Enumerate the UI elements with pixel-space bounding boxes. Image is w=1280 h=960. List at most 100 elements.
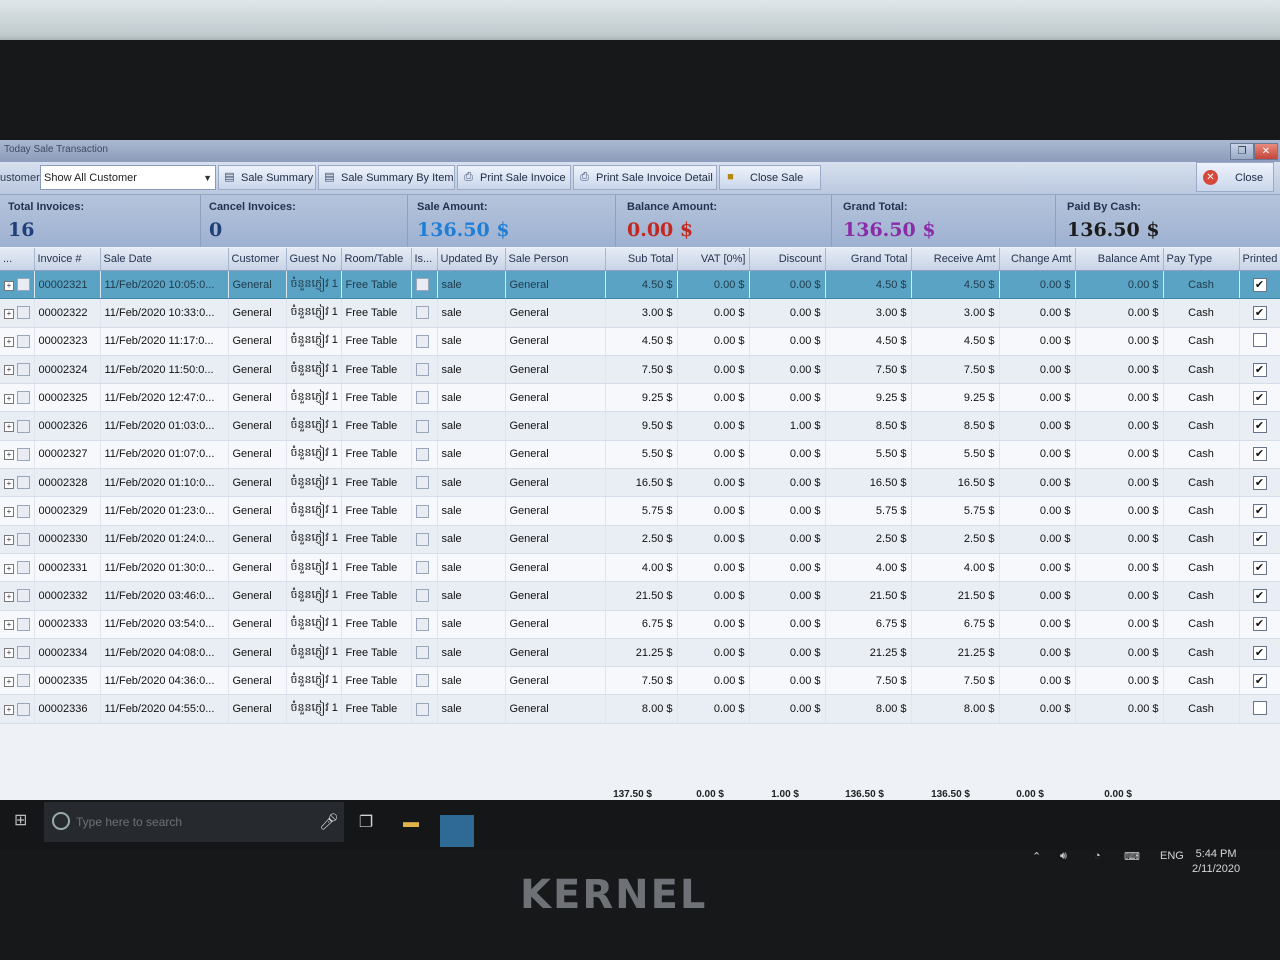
expand-icon[interactable]: + xyxy=(4,308,14,319)
cell-printed[interactable] xyxy=(1239,327,1280,356)
windows-start-icon[interactable]: ⊞ xyxy=(14,810,32,829)
row-select-box[interactable] xyxy=(17,278,31,292)
cell-printed[interactable]: ✔ xyxy=(1239,610,1280,639)
expand-icon[interactable]: + xyxy=(4,422,14,433)
printed-checkbox[interactable]: ✔ xyxy=(1252,673,1267,688)
row-select-box[interactable] xyxy=(17,476,31,490)
cell-is-flag[interactable] xyxy=(411,411,438,441)
close-button[interactable]: ✕ Close xyxy=(1196,162,1274,192)
print-sale-invoice-button[interactable]: ⎙ Print Sale Invoice xyxy=(457,165,571,190)
cell-printed[interactable]: ✔ xyxy=(1239,553,1280,583)
cell-printed[interactable] xyxy=(1239,694,1280,724)
cell-printed[interactable]: ✔ xyxy=(1239,496,1280,526)
cell-is-flag[interactable] xyxy=(411,553,438,583)
row-expander[interactable]: + xyxy=(0,383,35,413)
column-header-4[interactable]: Guest No xyxy=(286,248,342,271)
table-row[interactable]: + 00002322 11/Feb/2020 10:33:0... General ច… xyxy=(0,298,1280,328)
row-select-box[interactable] xyxy=(17,419,31,433)
is-checkbox[interactable] xyxy=(415,278,429,292)
file-explorer-icon[interactable]: ▬ xyxy=(400,812,422,834)
expand-icon[interactable]: + xyxy=(4,620,14,631)
table-row[interactable]: + 00002326 11/Feb/2020 01:03:0... General ច… xyxy=(0,411,1280,441)
task-view-icon[interactable]: ❐ xyxy=(355,812,377,834)
cell-printed[interactable]: ✔ xyxy=(1239,525,1280,554)
cell-is-flag[interactable] xyxy=(411,298,438,328)
table-row[interactable]: + 00002331 11/Feb/2020 01:30:0... General ច… xyxy=(0,553,1280,583)
printed-checkbox[interactable]: ✔ xyxy=(1252,532,1267,547)
table-row[interactable]: + 00002332 11/Feb/2020 03:46:0... General ច… xyxy=(0,581,1280,611)
restore-button[interactable]: ❐ xyxy=(1230,143,1254,160)
cell-printed[interactable]: ✔ xyxy=(1239,638,1280,668)
row-expander[interactable]: + xyxy=(0,298,35,328)
is-checkbox[interactable] xyxy=(415,306,429,320)
column-header-2[interactable]: Sale Date xyxy=(100,248,229,271)
row-expander[interactable]: + xyxy=(0,270,35,300)
row-expander[interactable]: + xyxy=(0,411,35,441)
table-row[interactable]: + 00002330 11/Feb/2020 01:24:0... General ច… xyxy=(0,525,1280,554)
is-checkbox[interactable] xyxy=(415,617,429,631)
sale-summary-by-item-button[interactable]: ▤ Sale Summary By Item xyxy=(318,165,455,190)
table-row[interactable]: + 00002325 11/Feb/2020 12:47:0... General ច… xyxy=(0,383,1280,413)
expand-icon[interactable]: + xyxy=(4,450,14,461)
row-expander[interactable]: + xyxy=(0,327,35,356)
row-expander[interactable]: + xyxy=(0,553,35,583)
column-header-3[interactable]: Customer xyxy=(228,248,287,271)
is-checkbox[interactable] xyxy=(415,504,429,518)
row-select-box[interactable] xyxy=(17,532,31,546)
chevron-up-icon[interactable]: ⌃ xyxy=(1032,850,1041,863)
column-header-14[interactable]: Change Amt xyxy=(999,248,1076,271)
column-header-9[interactable]: Sub Total xyxy=(605,248,678,271)
printed-checkbox[interactable]: ✔ xyxy=(1252,504,1267,519)
row-expander[interactable]: + xyxy=(0,496,35,526)
row-expander[interactable]: + xyxy=(0,468,35,498)
microphone-icon[interactable]: 🎤︎ xyxy=(318,812,340,834)
cell-printed[interactable]: ✔ xyxy=(1239,581,1280,611)
pos-app-taskbar-icon[interactable] xyxy=(440,815,474,847)
printed-checkbox[interactable]: ✔ xyxy=(1252,560,1267,575)
printed-checkbox[interactable]: ✔ xyxy=(1252,390,1267,405)
cell-is-flag[interactable] xyxy=(411,355,438,385)
expand-icon[interactable]: + xyxy=(4,365,14,376)
table-row[interactable]: + 00002333 11/Feb/2020 03:54:0... General ច… xyxy=(0,610,1280,639)
row-expander[interactable]: + xyxy=(0,525,35,554)
row-select-box[interactable] xyxy=(17,646,31,659)
printed-checkbox[interactable]: ✔ xyxy=(1252,617,1267,632)
row-select-box[interactable] xyxy=(17,306,31,320)
window-close-button[interactable]: ✕ xyxy=(1254,143,1278,160)
row-expander[interactable]: + xyxy=(0,638,35,668)
cell-is-flag[interactable] xyxy=(411,525,438,554)
is-checkbox[interactable] xyxy=(415,334,429,348)
cell-printed[interactable]: ✔ xyxy=(1239,383,1280,413)
row-select-box[interactable] xyxy=(17,589,31,603)
cell-is-flag[interactable] xyxy=(411,694,438,724)
expand-icon[interactable]: + xyxy=(4,563,14,574)
cell-is-flag[interactable] xyxy=(411,581,438,611)
cell-is-flag[interactable] xyxy=(411,610,438,639)
volume-icon[interactable]: 🔊︎ xyxy=(1060,850,1067,863)
row-expander[interactable]: + xyxy=(0,440,35,470)
row-select-box[interactable] xyxy=(17,391,31,405)
row-expander[interactable]: + xyxy=(0,610,35,639)
expand-icon[interactable]: + xyxy=(4,705,14,715)
is-checkbox[interactable] xyxy=(415,419,429,433)
cell-is-flag[interactable] xyxy=(411,327,438,356)
printed-checkbox[interactable]: ✔ xyxy=(1252,362,1267,377)
expand-icon[interactable]: + xyxy=(4,648,14,659)
row-select-box[interactable] xyxy=(17,702,31,716)
cell-printed[interactable]: ✔ xyxy=(1239,666,1280,696)
cell-is-flag[interactable] xyxy=(411,440,438,470)
is-checkbox[interactable] xyxy=(415,447,429,461)
wifi-icon[interactable]: ◔ xyxy=(1094,850,1101,862)
row-select-box[interactable] xyxy=(17,447,31,461)
is-checkbox[interactable] xyxy=(415,532,429,546)
row-select-box[interactable] xyxy=(17,363,31,377)
column-header-11[interactable]: Discount xyxy=(749,248,826,271)
table-row[interactable]: + 00002334 11/Feb/2020 04:08:0... General ច… xyxy=(0,638,1280,668)
table-row[interactable]: + 00002323 11/Feb/2020 11:17:0... General ច… xyxy=(0,327,1280,356)
printed-checkbox[interactable]: ✔ xyxy=(1252,419,1267,434)
cell-is-flag[interactable] xyxy=(411,496,438,526)
cell-is-flag[interactable] xyxy=(411,468,438,498)
is-checkbox[interactable] xyxy=(415,363,429,377)
printed-checkbox[interactable]: ✔ xyxy=(1252,305,1267,320)
table-row[interactable]: + 00002335 11/Feb/2020 04:36:0... General ច… xyxy=(0,666,1280,696)
